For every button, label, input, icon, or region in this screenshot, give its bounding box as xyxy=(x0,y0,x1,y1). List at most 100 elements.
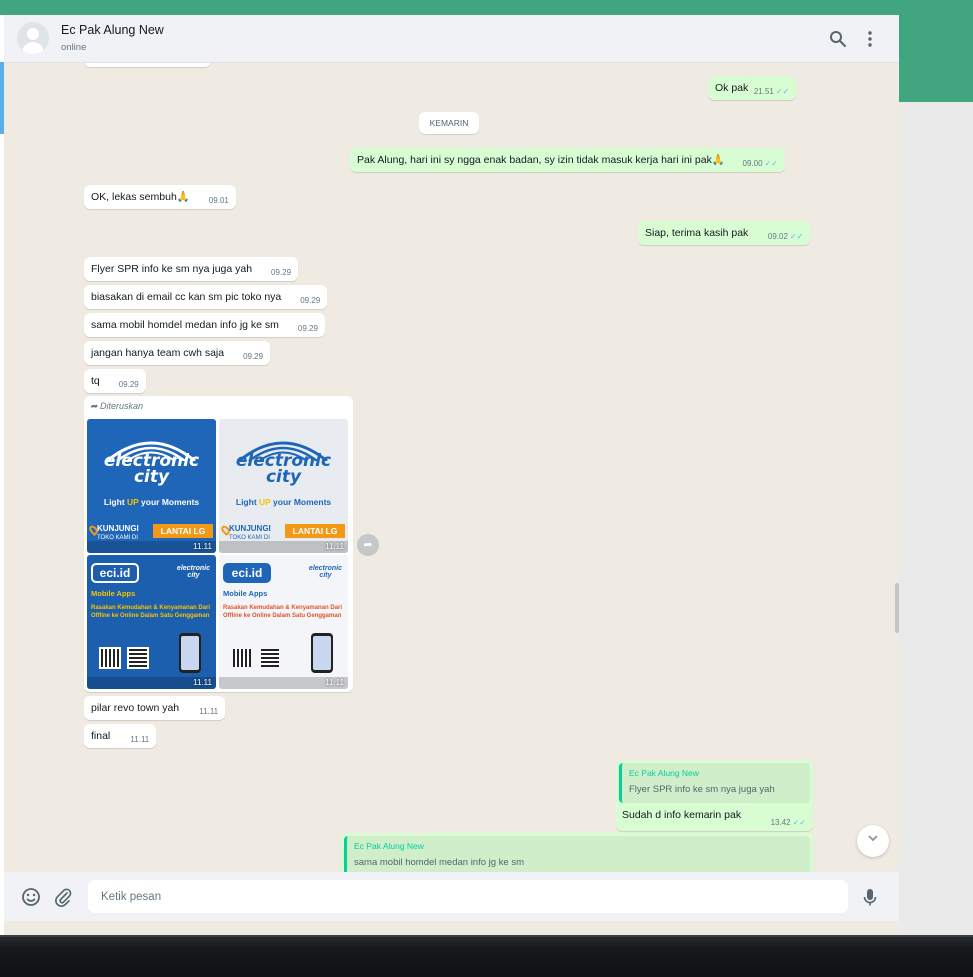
message-time: 11.11 xyxy=(199,707,219,716)
message-time: 13.42 ✓✓ xyxy=(770,818,806,827)
album-image[interactable]: eci.id electronic city Mobile Apps Rasaka… xyxy=(219,555,348,689)
message-time: 09.02 ✓✓ xyxy=(767,232,804,241)
message-list[interactable]: Ok pak 21.51 ✓✓ KEMARIN Pak Alung, hari i… xyxy=(4,63,899,872)
message-text: OK, lekas sembuh🙏 xyxy=(91,191,190,203)
tagline: Light UP your Moments xyxy=(103,497,200,507)
quoted-text: sama mobil homdel medan info jg ke sm xyxy=(354,857,525,868)
message-bubble[interactable]: Siap, terima kasih pak 09.02 ✓✓ xyxy=(638,221,811,245)
message-bubble[interactable]: Ok pak 21.51 ✓✓ xyxy=(708,76,797,100)
message-time: 11.11 xyxy=(130,735,150,744)
contact-status: online xyxy=(61,42,87,53)
message-bubble[interactable]: Flyer SPR info ke sm nya juga yah 09.29 xyxy=(84,257,299,281)
chevron-down-icon xyxy=(868,835,878,842)
visit-cta: KUNJUNGI TOKO KAMI DI xyxy=(229,524,271,542)
message-time: 09.29 xyxy=(300,296,321,305)
quoted-author: Ec Pak Alung New xyxy=(354,841,424,851)
quoted-message[interactable]: Ec Pak Alung New Flyer SPR info ke sm ny… xyxy=(619,763,810,803)
read-receipt-icon: ✓✓ xyxy=(775,87,790,96)
qr-code-icon xyxy=(99,647,121,669)
message-bubble[interactable]: pilar revo town yah 11.11 xyxy=(84,696,226,720)
chat-header[interactable]: Ec Pak Alung New online xyxy=(4,15,899,63)
message-time: 21.51 ✓✓ xyxy=(753,87,790,96)
message-time: 09.29 xyxy=(297,324,318,333)
qr-code-icon xyxy=(231,647,253,669)
brand-logo: electronic city xyxy=(103,451,200,487)
quoted-text: Flyer SPR info ke sm nya juga yah xyxy=(629,784,775,795)
message-bubble[interactable]: biasakan di email cc kan sm pic toko nya… xyxy=(84,285,328,309)
floor-badge: LANTAI LG xyxy=(285,524,345,538)
background-accent xyxy=(899,15,973,102)
emoji-icon[interactable] xyxy=(20,886,42,908)
forward-share-icon[interactable]: ➦ xyxy=(357,534,379,556)
message-bubble[interactable]: sama mobil homdel medan info jg ke sm 09… xyxy=(84,313,325,337)
message-bubble[interactable]: OK, lekas sembuh🙏 09.01 xyxy=(84,185,236,209)
composer-bar xyxy=(4,872,899,921)
image-time: 11.11 xyxy=(193,542,212,551)
phone-mockup xyxy=(311,633,333,673)
eci-logo: eci.id xyxy=(91,563,139,583)
message-time: 09.00 ✓✓ xyxy=(742,159,778,168)
message-text: sama mobil homdel medan info jg ke sm xyxy=(91,319,279,331)
brand-logo-small: electronic city xyxy=(176,565,210,579)
attach-icon[interactable] xyxy=(52,886,74,908)
search-icon[interactable] xyxy=(827,28,849,50)
message-text: Pak Alung, hari ini sy ngga enak badan, … xyxy=(357,154,725,166)
album-image[interactable]: eci.id electronic city Mobile Apps Rasaka… xyxy=(87,555,216,689)
tagline: Light UP your Moments xyxy=(235,497,332,507)
read-receipt-icon: ✓✓ xyxy=(789,232,804,241)
read-receipt-icon: ✓✓ xyxy=(792,818,806,827)
message-bubble[interactable]: tq 09.29 xyxy=(84,369,146,393)
message-text: Flyer SPR info ke sm nya juga yah xyxy=(91,263,253,275)
brand-logo-small: electronic city xyxy=(308,565,342,579)
message-text: final xyxy=(91,730,111,742)
date-divider: KEMARIN xyxy=(419,112,479,134)
reply-message-bubble[interactable]: Ec Pak Alung New Flyer SPR info ke sm ny… xyxy=(616,760,813,831)
floor-badge: LANTAI LG xyxy=(153,524,213,538)
chat-window: Ec Pak Alung New online Ok pak 21.51 ✓✓ K… xyxy=(4,15,899,935)
eci-logo: eci.id xyxy=(223,563,271,583)
message-input[interactable] xyxy=(88,880,848,913)
image-time: 11.11 xyxy=(193,678,212,687)
microphone-icon[interactable] xyxy=(859,886,881,908)
message-bubble[interactable]: jangan hanya team cwh saja 09.29 xyxy=(84,341,271,365)
os-taskbar xyxy=(0,935,973,977)
background-panel xyxy=(899,102,973,935)
window-top-strip xyxy=(0,0,973,15)
forwarded-label: ➦ Diteruskan xyxy=(90,401,144,411)
reply-message-bubble[interactable]: Ec Pak Alung New sama mobil homdel medan… xyxy=(341,833,813,872)
scroll-down-button[interactable] xyxy=(857,825,889,857)
message-partial xyxy=(84,63,211,67)
message-text: Sudah d info kemarin pak xyxy=(622,809,742,821)
image-time: 11.11 xyxy=(325,678,344,687)
quoted-author: Ec Pak Alung New xyxy=(629,768,699,778)
message-time: 09.29 xyxy=(271,268,292,277)
brand-logo: electronic city xyxy=(235,451,332,487)
app-title: Mobile Apps xyxy=(91,589,136,598)
app-title: Mobile Apps xyxy=(223,589,268,598)
quoted-message[interactable]: Ec Pak Alung New sama mobil homdel medan… xyxy=(344,836,810,872)
qr-code-icon xyxy=(127,647,149,669)
image-time: 11.11 xyxy=(325,542,344,551)
message-time: 09.01 xyxy=(208,196,229,205)
message-bubble[interactable]: Pak Alung, hari ini sy ngga enak badan, … xyxy=(350,148,785,172)
message-text: pilar revo town yah xyxy=(91,702,180,714)
message-time: 09.29 xyxy=(243,352,264,361)
album-image[interactable]: electronic city Light UP your Moments KUN… xyxy=(87,419,216,553)
contact-name[interactable]: Ec Pak Alung New xyxy=(61,23,164,37)
message-text: jangan hanya team cwh saja xyxy=(91,347,225,359)
message-text: Siap, terima kasih pak xyxy=(645,227,749,239)
app-description: Rasakan Kemudahan & Kenyamanan Dari Offl… xyxy=(91,605,211,619)
message-bubble[interactable]: final 11.11 xyxy=(84,724,157,748)
qr-code-icon xyxy=(259,647,281,669)
message-text: tq xyxy=(91,375,100,387)
message-text: Ok pak xyxy=(715,82,749,94)
phone-mockup xyxy=(179,633,201,673)
scrollbar-thumb[interactable] xyxy=(895,583,899,633)
avatar[interactable] xyxy=(17,22,49,54)
message-time: 09.29 xyxy=(118,380,139,389)
forwarded-album[interactable]: ➦ Diteruskan electronic city Light UP you… xyxy=(84,396,353,692)
menu-kebab-icon[interactable] xyxy=(859,28,881,50)
read-receipt-icon: ✓✓ xyxy=(764,159,778,168)
app-description: Rasakan Kemudahan & Kenyamanan Dari Offl… xyxy=(223,605,343,619)
album-image[interactable]: electronic city Light UP your Moments KUN… xyxy=(219,419,348,553)
